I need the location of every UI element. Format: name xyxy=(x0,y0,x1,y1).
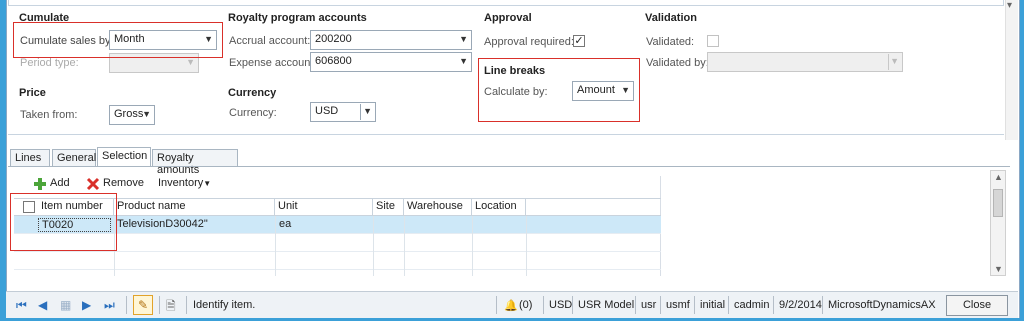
accrual-account-label: Accrual account: xyxy=(229,35,311,47)
close-button[interactable]: Close xyxy=(946,295,1008,316)
edit-mode-icon[interactable]: ✎ xyxy=(133,295,153,315)
status-divider xyxy=(660,296,661,314)
chevron-down-icon[interactable]: ▼ xyxy=(459,56,468,66)
validated-checkbox[interactable] xyxy=(707,35,719,47)
column-header-location[interactable]: Location xyxy=(472,199,526,215)
chevron-down-icon[interactable]: ▾ xyxy=(1007,1,1012,11)
upper-scrollbar[interactable]: ▾ xyxy=(1005,0,1018,140)
status-divider xyxy=(186,296,187,314)
expense-account-value: 606800 xyxy=(315,55,352,67)
status-divider xyxy=(635,296,636,314)
status-divider xyxy=(728,296,729,314)
status-user: cadmin xyxy=(734,299,770,311)
previous-record-icon[interactable]: ◀ xyxy=(38,298,47,312)
status-divider xyxy=(773,296,774,314)
bell-icon[interactable]: 🔔 xyxy=(504,299,518,312)
status-state: initial xyxy=(700,299,726,311)
grid-scrollbar[interactable]: ▲ ▼ xyxy=(990,170,1006,276)
status-app: MicrosoftDynamicsAX xyxy=(828,299,936,311)
column-divider xyxy=(526,216,527,276)
checkmark-icon: ✓ xyxy=(574,35,584,47)
column-header-site[interactable]: Site xyxy=(373,199,404,215)
tab-selection[interactable]: Selection xyxy=(97,147,151,167)
column-divider xyxy=(472,216,473,276)
status-divider xyxy=(159,296,160,314)
column-divider xyxy=(275,216,276,276)
validated-label: Validated: xyxy=(646,36,695,48)
tab-underline xyxy=(8,166,1010,167)
chevron-down-icon[interactable]: ▼ xyxy=(459,34,468,44)
unit-value[interactable]: ea xyxy=(279,216,291,230)
taken-from-label: Taken from: xyxy=(20,109,78,121)
first-record-icon[interactable]: ⏮ xyxy=(16,298,27,313)
period-type-label: Period type: xyxy=(20,57,79,69)
table-row-empty[interactable] xyxy=(14,270,661,276)
tab-general[interactable]: General xyxy=(52,149,96,166)
section-divider xyxy=(8,134,1004,135)
validated-by-divider xyxy=(888,54,889,70)
status-bar: ⏮ ◀ ▦ ▶ ⏭ ✎ 🗎 Identify item. 🔔 (0) USD U… xyxy=(6,291,1018,318)
taken-from-value: Gross xyxy=(114,108,144,120)
approval-required-checkbox[interactable]: ✓ xyxy=(573,35,585,47)
status-currency: USD xyxy=(549,299,573,311)
record-list-icon[interactable]: ▦ xyxy=(60,298,71,312)
validation-heading: Validation xyxy=(645,12,697,24)
header-strip xyxy=(8,0,1004,6)
status-company[interactable]: usmf xyxy=(666,299,690,311)
expense-account-field[interactable]: 606800 ▼ xyxy=(310,52,472,72)
status-divider xyxy=(822,296,823,314)
notification-count[interactable]: (0) xyxy=(519,299,532,311)
status-divider xyxy=(572,296,573,314)
currency-value: USD xyxy=(315,105,339,117)
column-divider xyxy=(404,216,405,276)
currency-field-divider xyxy=(360,104,361,120)
column-header-product-name[interactable]: Product name xyxy=(114,199,275,215)
column-header-unit[interactable]: Unit xyxy=(275,199,373,215)
tab-lines[interactable]: Lines xyxy=(10,149,50,166)
chevron-down-icon[interactable]: ▼ xyxy=(363,106,372,116)
approval-required-label: Approval required: xyxy=(484,36,574,48)
highlight-box-line-breaks xyxy=(478,58,640,122)
highlight-box-item-number xyxy=(10,193,117,251)
validated-by-select[interactable]: ▼ xyxy=(707,52,903,72)
status-divider xyxy=(694,296,695,314)
tab-royalty-amounts[interactable]: Royalty amounts xyxy=(152,149,238,176)
royalty-accounts-heading: Royalty program accounts xyxy=(228,12,367,24)
chevron-down-icon: ▼ xyxy=(890,56,899,66)
currency-field[interactable]: USD ▼ xyxy=(310,102,376,122)
highlight-box-cumulate xyxy=(13,22,223,58)
chevron-up-icon[interactable]: ▲ xyxy=(994,172,1003,182)
chevron-down-icon: ▼ xyxy=(142,109,151,119)
taken-from-select[interactable]: Gross ▼ xyxy=(109,105,155,125)
accrual-account-value: 200200 xyxy=(315,33,352,45)
table-row-empty[interactable] xyxy=(14,252,661,270)
currency-heading: Currency xyxy=(228,87,277,99)
status-date: 9/2/2014 xyxy=(779,299,822,311)
scroll-thumb[interactable] xyxy=(993,189,1003,217)
status-layer: usr xyxy=(641,299,657,311)
product-name-value[interactable]: TelevisionD30042" xyxy=(117,216,208,230)
status-divider xyxy=(126,296,127,314)
status-divider xyxy=(496,296,497,314)
currency-label: Currency: xyxy=(229,107,277,119)
accrual-account-field[interactable]: 200200 ▼ xyxy=(310,30,472,50)
chevron-down-icon: ▼ xyxy=(186,57,195,67)
expense-account-label: Expense account: xyxy=(229,57,317,69)
approval-heading: Approval xyxy=(484,12,532,24)
last-record-icon[interactable]: ⏭ xyxy=(104,298,115,313)
status-hint: Identify item. xyxy=(193,299,256,311)
document-icon[interactable]: 🗎 xyxy=(166,297,176,318)
chevron-down-icon[interactable]: ▼ xyxy=(994,264,1003,274)
status-divider xyxy=(543,296,544,314)
price-heading: Price xyxy=(19,87,46,99)
column-header-warehouse[interactable]: Warehouse xyxy=(404,199,472,215)
next-record-icon[interactable]: ▶ xyxy=(82,298,91,312)
validated-by-label: Validated by: xyxy=(646,57,709,69)
column-divider xyxy=(373,216,374,276)
status-model: USR Model xyxy=(578,299,635,311)
